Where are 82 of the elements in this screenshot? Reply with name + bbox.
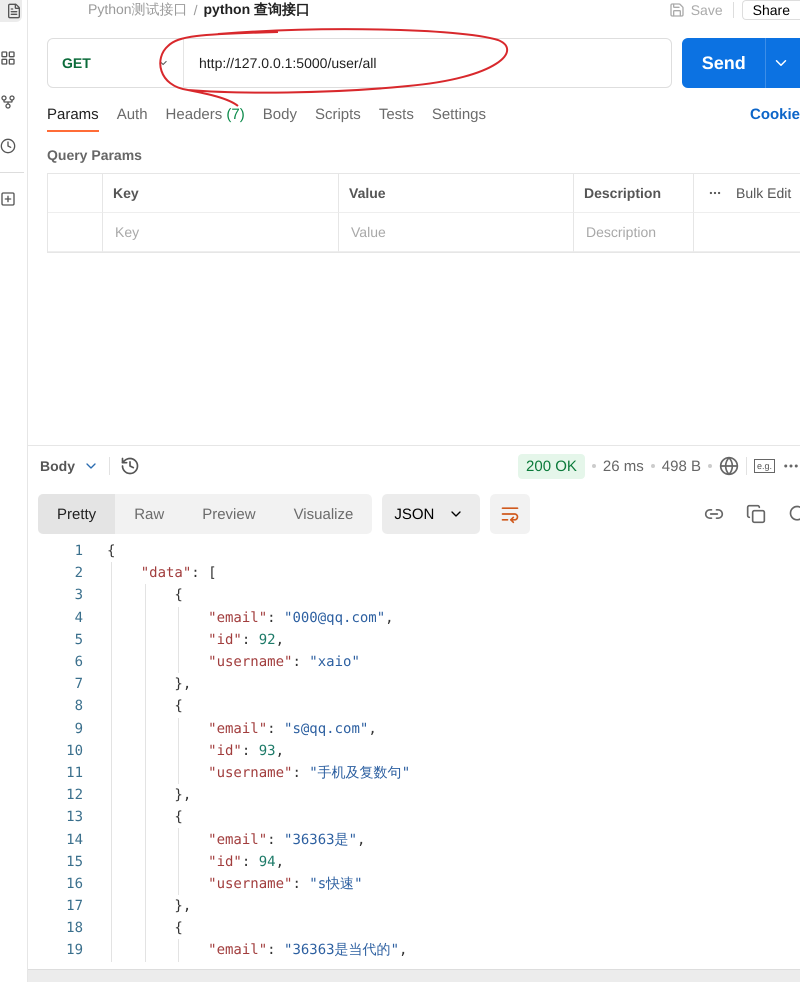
code-line: "email": "36363是当代的", [207,941,408,960]
column-header: Key [103,174,339,213]
line-number: 3 [74,587,83,604]
code-line: "email": "36363是", [207,830,366,849]
history-icon[interactable] [120,456,140,476]
code-line: "email": "000@qq.com", [207,610,394,626]
method-dropdown[interactable]: GET [48,39,184,87]
code-line: "username": "手机及复数句" [207,764,410,782]
share-button[interactable]: Share [742,0,800,20]
code-line: "data": [ [140,565,217,582]
request-tab[interactable]: Headers (7) [166,106,245,132]
status-badge: 200 OK [518,454,585,478]
line-number: 14 [65,832,83,848]
column-header: Description [574,174,694,213]
code-line: "email": "s@qq.com", [207,720,377,737]
request-name: python 查询接口 [203,1,310,19]
format-dropdown[interactable]: JSON [382,494,480,534]
fork-icon[interactable] [0,94,16,110]
globe-icon[interactable] [718,456,739,476]
line-number: 9 [74,720,83,737]
code-line: "username": "xaio" [207,654,360,670]
view-tab[interactable]: Visualize [274,494,372,534]
code-line: { [173,920,183,936]
line-number: 2 [74,565,83,582]
code-line: "username": "s快速" [207,874,363,893]
view-tab[interactable]: Pretty [38,494,116,534]
request-tab[interactable]: Scripts [314,106,361,132]
url-field[interactable]: http://127.0.0.1:5000/user/all [184,38,671,88]
line-number: 10 [65,742,83,759]
code-line: }, [173,787,192,804]
line-number: 12 [65,787,83,804]
param-field[interactable]: Description [584,223,693,241]
line-number: 4 [74,610,83,626]
cookies-link[interactable]: Cookie [750,106,800,132]
code-line: "id": 92, [207,632,284,648]
request-tab[interactable]: Params [47,106,99,132]
response-time: 26 ms [602,458,644,474]
line-number: 6 [74,654,83,670]
view-tab[interactable]: Raw [115,494,184,534]
request-tab[interactable]: Auth [116,106,148,132]
copy-icon[interactable] [746,504,766,524]
line-number: 11 [65,764,83,781]
document-icon[interactable] [6,3,22,19]
code-line: "id": 93, [207,742,284,759]
send-button[interactable]: Send [682,38,800,88]
code-line: { [173,809,183,826]
code-line: "id": 94, [207,854,284,870]
view-tab[interactable]: Preview [183,494,275,534]
line-number: 8 [74,698,83,714]
bulk-edit-button[interactable]: Bulk Edit [704,185,796,201]
request-tab[interactable]: Body [262,106,297,132]
line-number: 16 [65,876,83,892]
url-bar[interactable]: GET http://127.0.0.1:5000/user/all [47,38,672,88]
code-line: { [173,698,183,714]
line-number: 15 [65,854,83,870]
param-field[interactable]: Key [113,223,338,241]
wrap-button[interactable] [490,494,530,534]
line-number: 7 [74,676,83,692]
code-line: { [107,543,116,560]
history-icon[interactable] [0,138,16,154]
collection-name[interactable]: Python测试接口 [88,1,188,19]
save-icon [668,2,685,18]
code-line: }, [173,676,192,692]
column-header: Value [339,174,574,213]
code-line: { [173,587,183,604]
line-number: 1 [74,543,83,560]
line-number: 17 [65,898,83,914]
section-title: Query Params [47,147,143,163]
request-tab[interactable]: Settings [432,106,486,132]
response-size: 498 B [662,458,701,474]
line-number: 5 [74,632,83,648]
example-icon[interactable]: e.g. [754,459,775,473]
breadcrumb-separator: / [194,2,198,18]
body-dropdown[interactable]: Body [40,458,99,474]
code-line: }, [173,898,192,914]
request-tab[interactable]: Tests [378,106,414,132]
grid-icon[interactable] [0,50,16,66]
param-field[interactable]: Value [349,223,573,241]
line-number: 18 [65,920,83,936]
line-number: 13 [65,809,83,826]
add-icon[interactable] [0,191,16,207]
line-number: 19 [65,942,83,958]
